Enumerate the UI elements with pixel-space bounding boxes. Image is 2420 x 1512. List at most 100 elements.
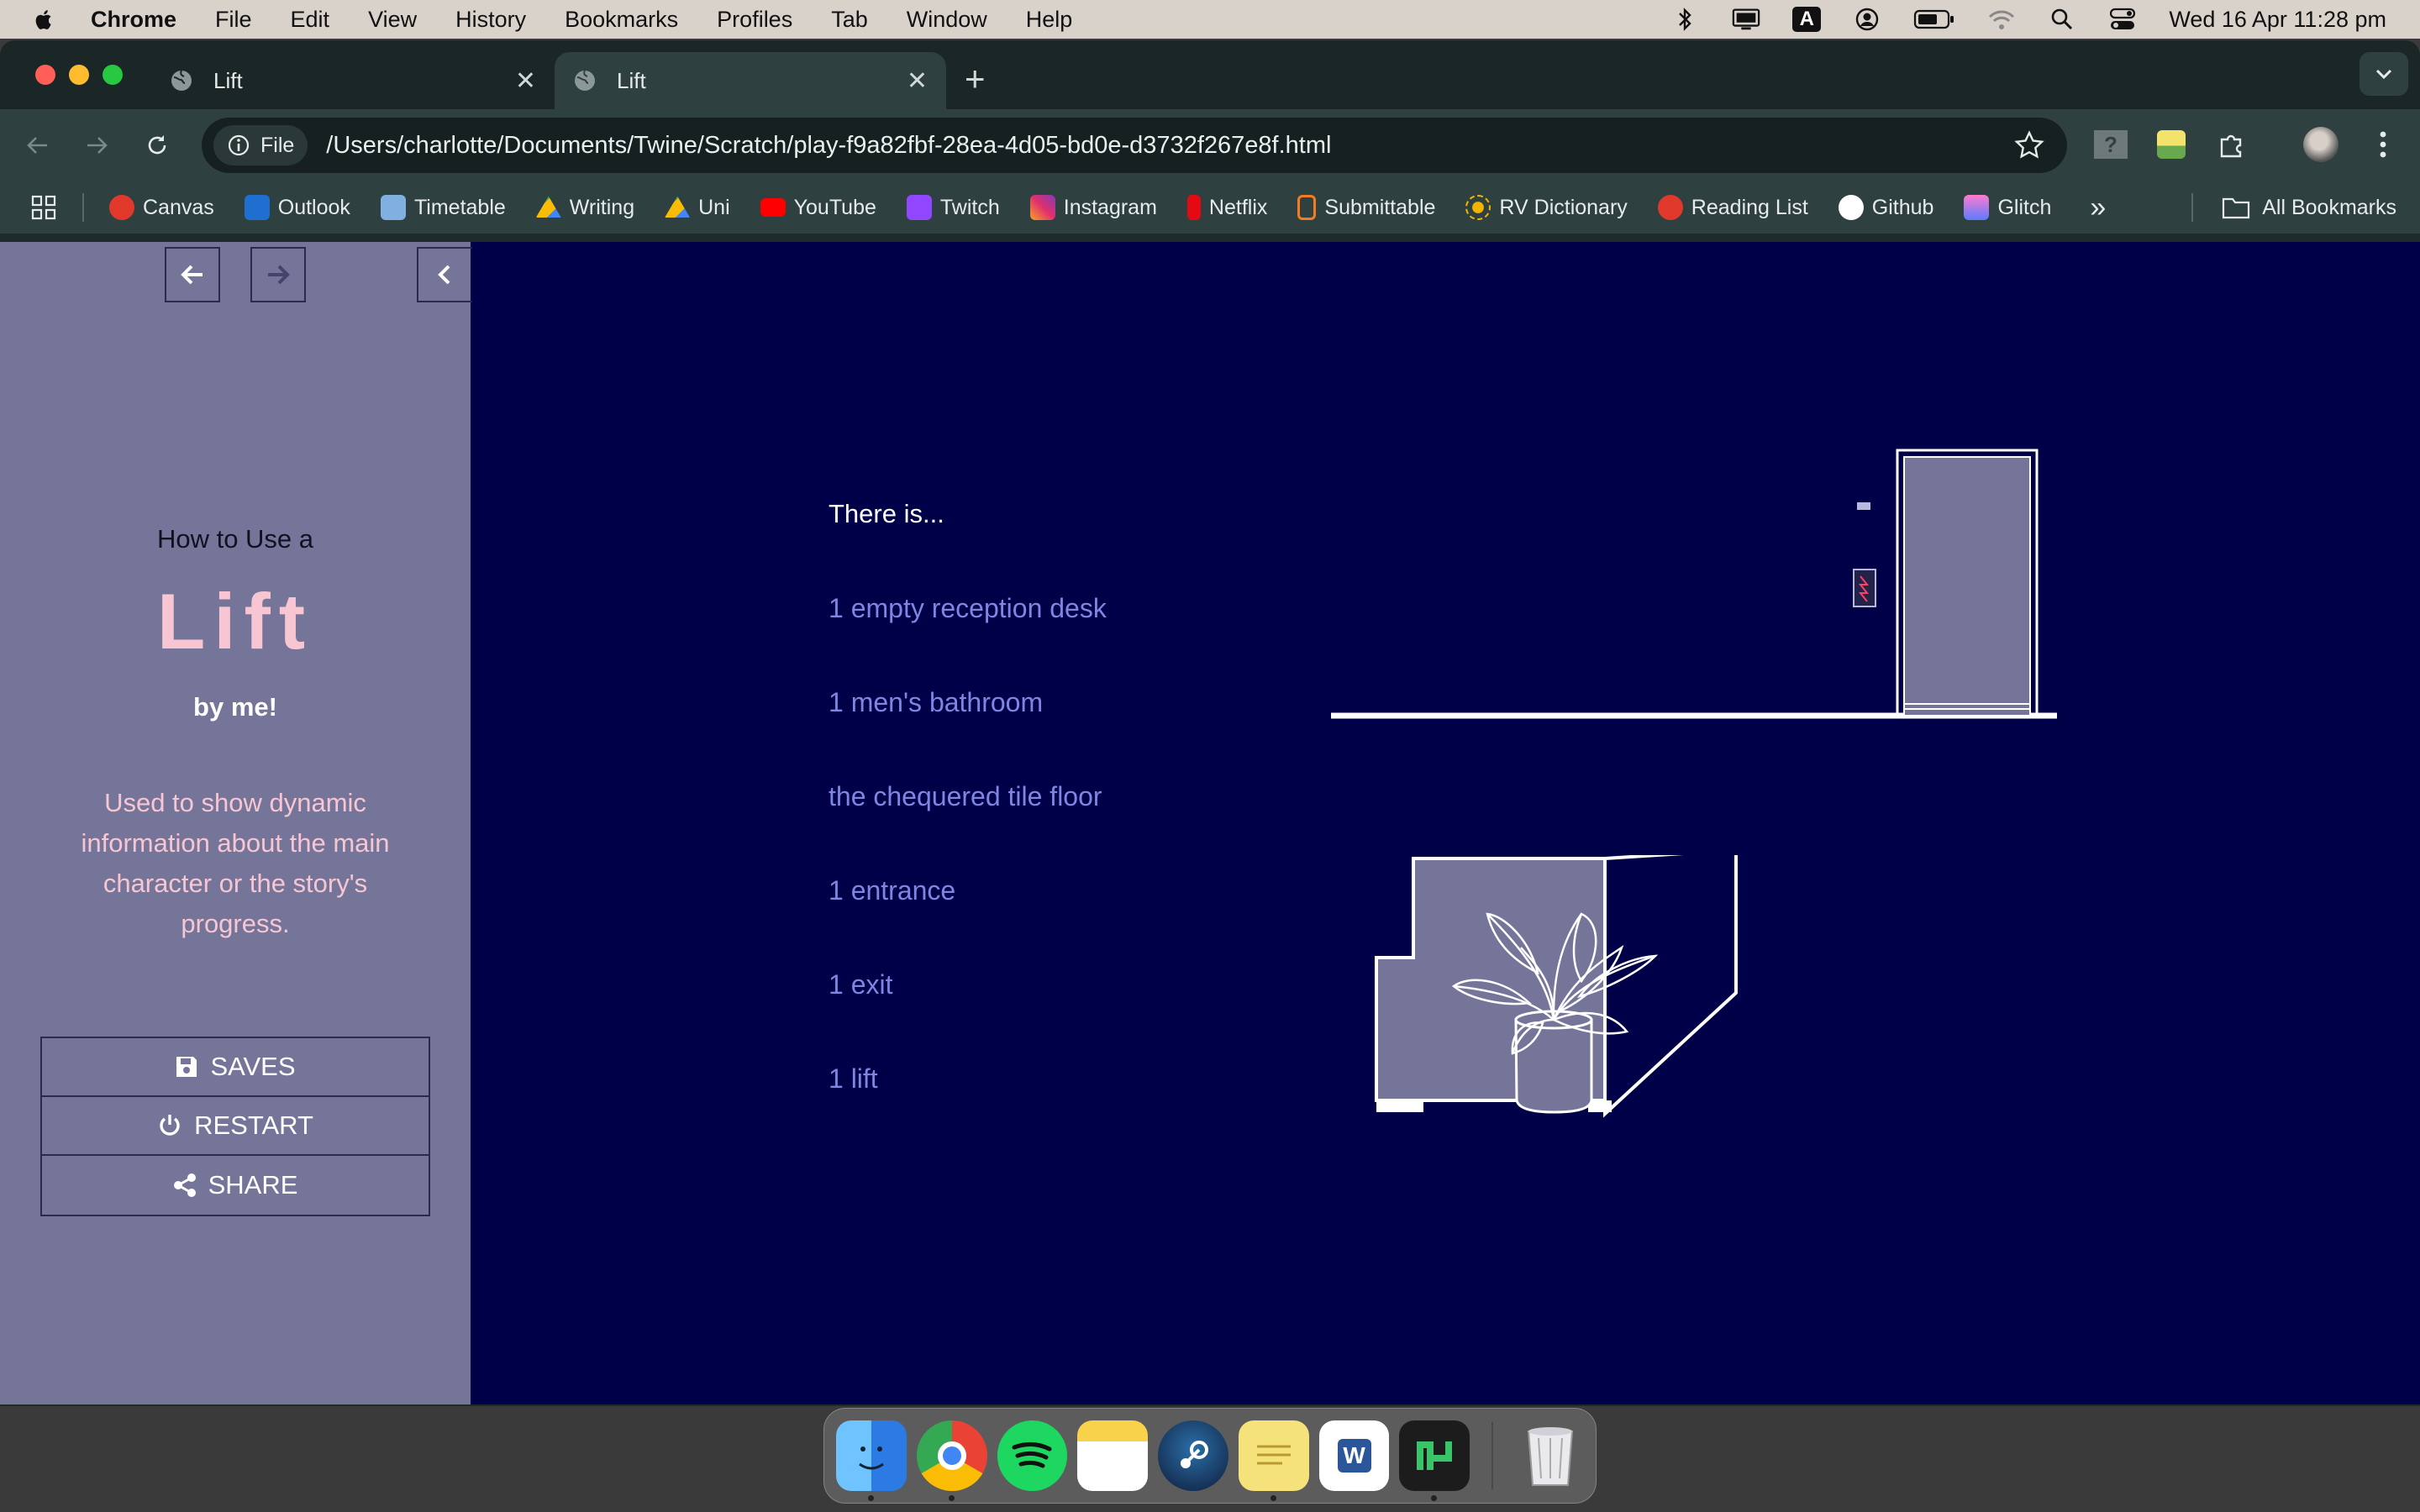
notes-icon[interactable]: [1077, 1420, 1149, 1491]
menu-history[interactable]: History: [455, 7, 526, 33]
apps-grid-icon[interactable]: [30, 194, 57, 221]
story-menu: SAVES RESTART SHARE: [40, 1037, 430, 1216]
bookmark-glitch[interactable]: Glitch: [1964, 195, 2051, 220]
menu-bookmarks[interactable]: Bookmarks: [565, 7, 678, 33]
close-window-button[interactable]: [35, 65, 55, 85]
collapse-sidebar-button[interactable]: [417, 247, 472, 302]
bookmark-timetable[interactable]: Timetable: [380, 195, 506, 220]
reload-button[interactable]: [136, 124, 178, 166]
close-tab-icon[interactable]: ✕: [515, 66, 536, 96]
finder-icon[interactable]: [836, 1420, 907, 1501]
stickies-icon[interactable]: [1238, 1420, 1309, 1501]
undo-button[interactable]: [165, 247, 220, 302]
restart-button[interactable]: RESTART: [42, 1097, 429, 1156]
extensions-puzzle-icon[interactable]: [2213, 126, 2250, 163]
bookmark-instagram[interactable]: Instagram: [1029, 195, 1157, 220]
all-bookmarks-button[interactable]: All Bookmarks: [2191, 193, 2396, 222]
input-source-icon[interactable]: A: [1792, 7, 1822, 32]
tab-lift-1[interactable]: Lift ✕: [151, 52, 555, 109]
menu-view[interactable]: View: [368, 7, 417, 33]
twitch-icon: [906, 195, 932, 220]
bookmark-canvas[interactable]: Canvas: [109, 195, 214, 220]
menu-help[interactable]: Help: [1026, 7, 1073, 33]
site-info-chip[interactable]: File: [213, 125, 308, 165]
lift-door-illustration: [1331, 449, 2057, 719]
url-text[interactable]: /Users/charlotte/Documents/Twine/Scratch…: [326, 132, 1331, 160]
spotlight-search-icon[interactable]: [2048, 7, 2076, 32]
redo-button[interactable]: [250, 247, 306, 302]
instagram-icon: [1029, 195, 1055, 220]
battery-icon[interactable]: [1913, 7, 1955, 32]
link-exit[interactable]: 1 exit: [829, 969, 892, 1000]
menu-app-name[interactable]: Chrome: [91, 7, 176, 33]
menu-file[interactable]: File: [215, 7, 252, 33]
new-tab-button[interactable]: +: [965, 59, 986, 99]
extension-help-icon[interactable]: ?: [2092, 126, 2129, 163]
menu-edit[interactable]: Edit: [291, 7, 330, 33]
dock-divider: [1491, 1422, 1494, 1489]
steam-icon[interactable]: [1158, 1420, 1228, 1491]
profile-avatar[interactable]: [2302, 126, 2339, 163]
arrow-left-icon: [181, 265, 203, 285]
bookmark-github[interactable]: Github: [1838, 195, 1933, 220]
bookmark-youtube[interactable]: YouTube: [760, 196, 876, 220]
bookmark-submittable[interactable]: Submittable: [1297, 195, 1435, 220]
forward-button[interactable]: [76, 124, 118, 166]
story-page: How to Use a Lift by me! Used to show dy…: [0, 242, 2420, 1404]
control-center-icon[interactable]: [2108, 7, 2137, 32]
close-tab-icon[interactable]: ✕: [907, 66, 928, 96]
link-reception-desk[interactable]: 1 empty reception desk: [829, 593, 1107, 624]
link-lift[interactable]: 1 lift: [829, 1063, 878, 1095]
share-button[interactable]: SHARE: [42, 1156, 429, 1215]
power-icon: [160, 1115, 180, 1136]
menu-window[interactable]: Window: [907, 7, 987, 33]
menu-clock[interactable]: Wed 16 Apr 11:28 pm: [2169, 7, 2386, 33]
extension-landscape-icon[interactable]: [2153, 126, 2190, 163]
twine-icon[interactable]: [1399, 1420, 1470, 1501]
bookmark-star-icon[interactable]: [2013, 129, 2045, 161]
bookmarks-overflow-button[interactable]: »: [2090, 192, 2106, 224]
tab-lift-2[interactable]: Lift ✕: [555, 52, 946, 109]
arrow-right-icon: [87, 137, 108, 154]
back-button[interactable]: [17, 124, 59, 166]
menu-profiles[interactable]: Profiles: [717, 7, 792, 33]
reload-icon: [148, 135, 166, 155]
chevron-down-icon: [2375, 69, 2392, 80]
bookmark-twitch[interactable]: Twitch: [906, 195, 1000, 220]
zoom-window-button[interactable]: [103, 65, 123, 85]
macos-dock: W: [823, 1408, 1597, 1504]
link-tile-floor[interactable]: the chequered tile floor: [829, 781, 1102, 812]
bookmark-rv-dictionary[interactable]: RV Dictionary: [1465, 195, 1628, 220]
chrome-icon[interactable]: [916, 1420, 987, 1501]
spotify-icon[interactable]: [997, 1420, 1068, 1491]
bookmark-outlook[interactable]: Outlook: [244, 195, 350, 220]
bluetooth-icon[interactable]: [1671, 7, 1700, 32]
globe-icon: [575, 70, 595, 91]
youtube-icon: [760, 198, 786, 217]
macos-menu-bar: Chrome File Edit View History Bookmarks …: [0, 0, 2420, 39]
bookmark-reading-list[interactable]: Reading List: [1657, 195, 1808, 220]
share-icon: [173, 1173, 196, 1197]
saves-button[interactable]: SAVES: [42, 1038, 429, 1097]
word-icon[interactable]: W: [1318, 1420, 1390, 1491]
menu-tab[interactable]: Tab: [831, 7, 868, 33]
tab-strip: Lift ✕ Lift ✕ +: [0, 40, 2420, 109]
bookmark-uni[interactable]: Uni: [665, 195, 730, 220]
user-account-icon[interactable]: [1853, 7, 1881, 32]
address-bar[interactable]: File /Users/charlotte/Documents/Twine/Sc…: [202, 118, 2067, 173]
globe-icon: [171, 70, 192, 91]
tab-title: Lift: [213, 67, 243, 93]
chrome-menu-icon[interactable]: [2365, 126, 2402, 163]
wifi-icon[interactable]: [1987, 7, 2016, 32]
bookmarks-divider: [82, 193, 84, 222]
apple-icon[interactable]: [32, 7, 57, 32]
link-mens-bathroom[interactable]: 1 men's bathroom: [829, 687, 1043, 718]
minimize-window-button[interactable]: [69, 65, 89, 85]
bookmark-netflix[interactable]: Netflix: [1186, 195, 1267, 220]
tab-search-button[interactable]: [2360, 52, 2408, 96]
trash-icon[interactable]: [1515, 1420, 1586, 1491]
bookmark-writing[interactable]: Writing: [535, 195, 634, 220]
all-bookmarks-label: All Bookmarks: [2262, 195, 2396, 219]
display-mirroring-icon[interactable]: [1732, 7, 1760, 32]
link-entrance[interactable]: 1 entrance: [829, 875, 955, 906]
